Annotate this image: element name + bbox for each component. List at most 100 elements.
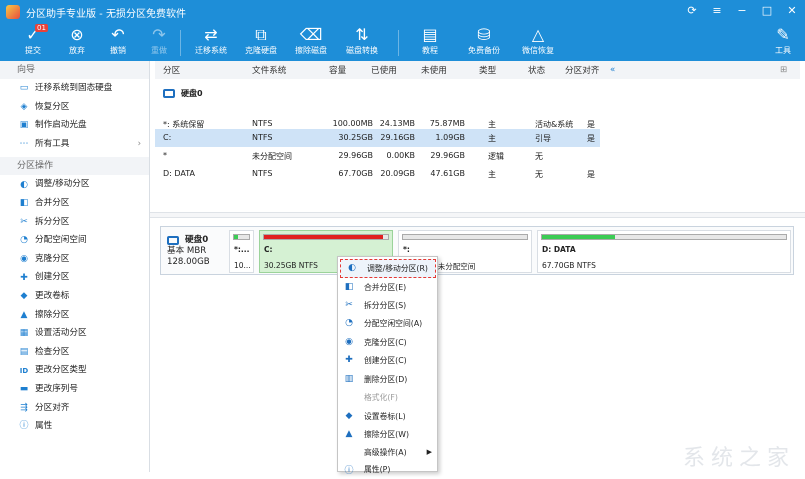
create-icon: ✚ (345, 355, 353, 366)
table-cell: 是 (587, 134, 595, 143)
header-type[interactable]: 类型 (479, 64, 496, 76)
tutorial-button[interactable]: ▤ 教程 (408, 24, 452, 56)
tools-button[interactable]: ✎ 工具 (761, 24, 805, 56)
split-icon: ✂ (20, 216, 28, 227)
disk-icon (163, 89, 175, 98)
commit-button[interactable]: ✓ 01 提交 (11, 24, 55, 56)
header-unused[interactable]: 未使用 (421, 64, 447, 76)
disk-row[interactable]: 硬盘0 (163, 88, 203, 99)
header-used[interactable]: 已使用 (371, 64, 397, 76)
disk-convert-button[interactable]: ⇅ 磁盘转换 (340, 24, 384, 56)
clone-disk-button[interactable]: ⧉ 克隆硬盘 (239, 24, 283, 56)
clone-icon: ◉ (345, 337, 353, 348)
sidebar-item-make-boot-disc[interactable]: ▣ 制作启动光盘 (0, 116, 149, 135)
layout-icon[interactable]: ⊞ (780, 65, 787, 75)
table-cell: NTFS (252, 169, 273, 178)
sidebar-item-recover-partition[interactable]: ◈ 恢复分区 (0, 98, 149, 117)
menu-item-merge[interactable]: ◧ 合并分区(E) (338, 278, 438, 297)
menu-icon[interactable]: ≡ (710, 4, 724, 17)
toolbar: ✓ 01 提交 ⊗ 放弃 ↶ 撤销 ↷ 重做 ⇄ 迁移系统 ⧉ 克隆硬盘 ⌫ 擦… (0, 24, 805, 61)
undo-button[interactable]: ↶ 撤销 (96, 24, 140, 56)
header-align[interactable]: 分区对齐 (565, 64, 599, 76)
sidebar-item-change-serial[interactable]: ▬ 更改序列号 (0, 380, 149, 399)
partition-table: 分区 文件系统 容量 已使用 未使用 类型 状态 分区对齐 « ⊞ 硬盘0 *:… (155, 61, 800, 211)
table-cell: NTFS (252, 119, 273, 128)
discard-button[interactable]: ⊗ 放弃 (55, 24, 99, 56)
backup-icon: ⛁ (477, 25, 491, 44)
table-row[interactable]: C: NTFS 30.25GB 29.16GB 1.09GB 主 引导 是 (155, 129, 600, 147)
header-status[interactable]: 状态 (528, 64, 545, 76)
collapse-icon[interactable]: « (610, 65, 615, 75)
context-menu: ◐ 调整/移动分区(R) ◧ 合并分区(E) ✂ 拆分分区(S) ◔ 分配空闲空间(A)… (337, 256, 438, 476)
disk-card[interactable]: 硬盘0 基本 MBR 128.00GB *:... 10... C: 30.25… (160, 226, 794, 275)
menu-item-properties[interactable]: ⓘ 属性(P) (338, 460, 438, 479)
table-cell: 30.25GB (338, 133, 373, 142)
create-icon: ✚ (20, 272, 28, 283)
table-row[interactable]: D: DATA NTFS 67.70GB 20.09GB 47.61GB 主 无 是 (155, 165, 600, 183)
usage-fill (234, 235, 238, 239)
header-partition[interactable]: 分区 (163, 64, 180, 76)
maximize-icon[interactable]: □ (760, 4, 774, 17)
free-backup-button[interactable]: ⛁ 免费备份 (462, 24, 506, 56)
table-cell: 1.09GB (435, 133, 466, 142)
sidebar-item-change-type[interactable]: ID 更改分区类型 (0, 361, 149, 380)
header-filesystem[interactable]: 文件系统 (252, 64, 286, 76)
sidebar-item-allocate-free[interactable]: ◔ 分配空闲空间 (0, 231, 149, 250)
menu-item-delete[interactable]: ▥ 删除分区(D) (338, 370, 438, 389)
sidebar-item-check-partition[interactable]: ▤ 检查分区 (0, 343, 149, 362)
check-icon: ▤ (19, 347, 29, 358)
sidebar-item-set-active[interactable]: ▦ 设置活动分区 (0, 324, 149, 343)
wipe-icon: ▲ (345, 429, 353, 440)
refresh-icon[interactable]: ⟳ (685, 4, 699, 17)
tag-icon: ◆ (20, 291, 28, 302)
more-icon: ⋯ (19, 139, 29, 150)
wipe-disk-button[interactable]: ⌫ 擦除磁盘 (289, 24, 333, 56)
sidebar-item-change-label[interactable]: ◆ 更改卷标 (0, 287, 149, 306)
header-capacity[interactable]: 容量 (329, 64, 346, 76)
table-cell: 24.13MB (379, 119, 415, 128)
wipe-disk-icon: ⌫ (299, 25, 323, 44)
sidebar-item-align[interactable]: ⇶ 分区对齐 (0, 399, 149, 418)
sidebar-item-create-partition[interactable]: ✚ 创建分区 (0, 268, 149, 287)
sidebar-item-merge[interactable]: ◧ 合并分区 (0, 194, 149, 213)
wechat-restore-button[interactable]: △ 微信恢复 (516, 24, 560, 56)
delete-icon: ▥ (344, 374, 354, 385)
menu-item-split[interactable]: ✂ 拆分分区(S) (338, 296, 438, 315)
table-cell: 未分配空间 (252, 152, 292, 161)
sidebar-item-clone-partition[interactable]: ◉ 克隆分区 (0, 250, 149, 269)
close-icon[interactable]: ✕ (785, 4, 799, 17)
table-row[interactable]: * 未分配空间 29.96GB 0.00KB 29.96GB 逻辑 无 (155, 147, 600, 165)
table-cell: 主 (488, 170, 496, 179)
partition-block-d[interactable]: D: DATA 67.70GB NTFS (537, 230, 791, 273)
table-cell: 无 (535, 152, 543, 161)
partition-block[interactable]: *:... 10... (229, 230, 254, 273)
menu-item-resize-move[interactable]: ◐ 调整/移动分区(R) (340, 259, 436, 278)
sidebar-item-split[interactable]: ✂ 拆分分区 (0, 213, 149, 232)
window-controls: ⟳ ≡ − □ ✕ (685, 4, 799, 17)
minimize-icon[interactable]: − (735, 4, 749, 17)
sidebar-item-properties[interactable]: ⓘ 属性 (0, 417, 149, 436)
sidebar-item-wipe-partition[interactable]: ▲ 擦除分区 (0, 306, 149, 325)
sidebar-item-resize-move[interactable]: ◐ 调整/移动分区 (0, 175, 149, 194)
migrate-icon: ⇄ (204, 25, 218, 44)
sidebar-item-all-tools[interactable]: ⋯ 所有工具 › (0, 135, 149, 154)
sidebar-item-migrate-ssd[interactable]: ▭ 迁移系统到固态硬盘 (0, 79, 149, 98)
menu-item-allocate-free[interactable]: ◔ 分配空闲空间(A) (338, 314, 438, 333)
redo-button[interactable]: ↷ 重做 (137, 24, 181, 56)
table-cell: 逻辑 (488, 152, 504, 161)
menu-item-format: 格式化(F) (364, 392, 398, 402)
merge-icon: ◧ (344, 282, 354, 293)
table-cell: C: (163, 133, 172, 142)
disk-map: 硬盘0 基本 MBR 128.00GB *:... 10... C: 30.25… (155, 218, 805, 472)
info-icon: ⓘ (344, 465, 354, 476)
menu-item-set-label[interactable]: ◆ 设置卷标(L) (338, 407, 438, 426)
menu-item-wipe[interactable]: ▲ 擦除分区(W) (338, 425, 438, 444)
menu-item-clone[interactable]: ◉ 克隆分区(C) (338, 333, 438, 352)
table-cell: 无 (535, 170, 543, 179)
menu-item-create[interactable]: ✚ 创建分区(C) (338, 351, 438, 370)
menu-item-advanced[interactable]: 高级操作(A) ▶ (338, 443, 438, 462)
allocate-icon: ◔ (20, 235, 28, 246)
migrate-button[interactable]: ⇄ 迁移系统 (189, 24, 233, 56)
disk-size: 128.00GB (167, 257, 210, 267)
disk-icon (167, 236, 179, 245)
